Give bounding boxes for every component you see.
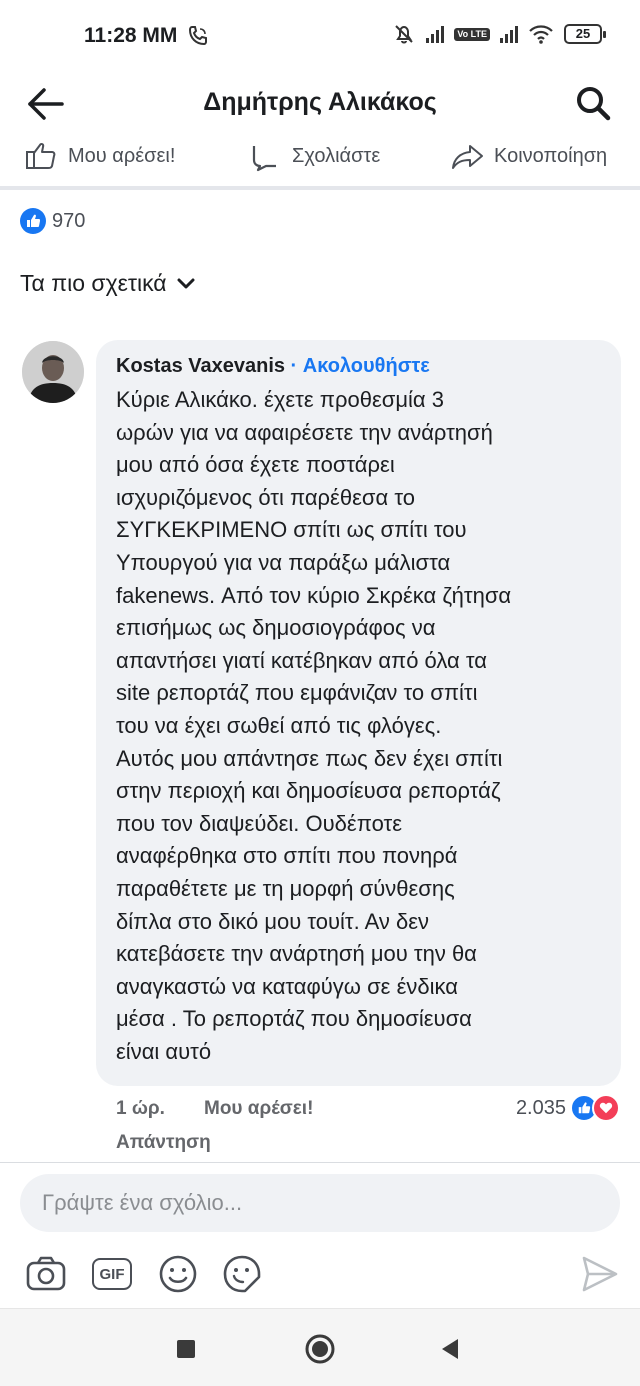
gif-button[interactable]: GIF — [88, 1250, 136, 1298]
system-back-button[interactable] — [432, 1331, 468, 1367]
share-label: Κοινοποίηση — [494, 144, 608, 167]
comment-button[interactable]: Σχολιάστε — [248, 140, 380, 172]
comment-bubble-icon — [252, 146, 276, 172]
home-circle-icon — [305, 1334, 335, 1364]
comment-reaction-count: 2.035 — [515, 1096, 566, 1119]
recent-apps-button[interactable] — [168, 1331, 204, 1367]
home-button[interactable] — [302, 1331, 338, 1367]
triangle-back-icon — [442, 1339, 458, 1359]
page-title: Δημήτρης Αλικάκος — [203, 88, 437, 116]
heart-reaction-icon — [592, 1094, 620, 1122]
mute-bell-icon — [395, 25, 414, 44]
comment-reply-link[interactable]: Απάντηση — [116, 1132, 211, 1154]
comment-like-link[interactable]: Μου αρέσει! — [204, 1098, 313, 1120]
share-button[interactable]: Κοινοποίηση — [450, 140, 607, 172]
sort-label: Τα πιο σχετικά — [20, 270, 167, 296]
camera-icon[interactable] — [22, 1250, 70, 1298]
reaction-count: 970 — [52, 209, 86, 232]
comment-time: 1 ώρ. — [116, 1098, 165, 1119]
thumbs-up-icon — [26, 142, 56, 169]
comment-sort-dropdown[interactable]: Τα πιο σχετικά — [20, 270, 195, 297]
avatar-portrait-icon — [22, 341, 84, 403]
share-arrow-icon — [452, 145, 483, 169]
gif-label: GIF — [92, 1258, 132, 1290]
follow-separator: · — [285, 355, 303, 377]
reaction-summary[interactable]: 970 — [20, 208, 85, 234]
volte-badge: Vo LTE — [454, 27, 490, 41]
like-label: Μου αρέσει! — [68, 144, 176, 167]
avatar[interactable] — [22, 341, 84, 403]
post-actions: Μου αρέσει! Σχολιάστε Κοινοποίηση — [0, 134, 640, 186]
section-divider — [0, 186, 640, 190]
status-time: 11:28 MM — [84, 24, 178, 47]
comment-reactions[interactable]: 2.035 — [516, 1094, 620, 1122]
comment-reaction-icons — [570, 1094, 620, 1122]
comment-author-line: Kostas Vaxevanis · Ακολουθήστε — [116, 352, 601, 380]
sticker-icon[interactable] — [218, 1250, 266, 1298]
composer-divider — [0, 1162, 640, 1163]
comment-author[interactable]: Kostas Vaxevanis — [116, 355, 285, 377]
comment-text: Κύριε Αλικάκο. έχετε προθεσμία 3 ωρών γι… — [116, 387, 512, 1064]
comment-composer — [20, 1174, 620, 1232]
signal-icon-2 — [500, 25, 518, 43]
comment-input[interactable] — [20, 1174, 620, 1232]
emoji-icon[interactable] — [154, 1250, 202, 1298]
status-bar: 11:28 MM Vo LTE 25 — [0, 0, 640, 74]
chevron-down-icon — [177, 278, 195, 288]
comment-label: Σχολιάστε — [292, 144, 381, 167]
signal-icon — [426, 25, 445, 43]
wifi-icon — [529, 25, 553, 44]
follow-link[interactable]: Ακολουθήστε — [303, 355, 430, 377]
send-icon[interactable] — [578, 1252, 622, 1296]
comment-bubble: Kostas Vaxevanis · Ακολουθήστε Κύριε Αλι… — [96, 340, 621, 1086]
like-reaction-icon — [20, 208, 46, 234]
composer-toolbar: GIF — [0, 1246, 640, 1302]
battery-indicator: 25 — [564, 24, 606, 44]
search-icon[interactable] — [572, 82, 616, 126]
like-button[interactable]: Μου αρέσει! — [24, 140, 175, 172]
square-icon — [177, 1340, 195, 1358]
system-nav-bar — [0, 1308, 640, 1386]
phone-call-icon — [188, 26, 207, 46]
header: Δημήτρης Αλικάκος — [0, 74, 640, 134]
